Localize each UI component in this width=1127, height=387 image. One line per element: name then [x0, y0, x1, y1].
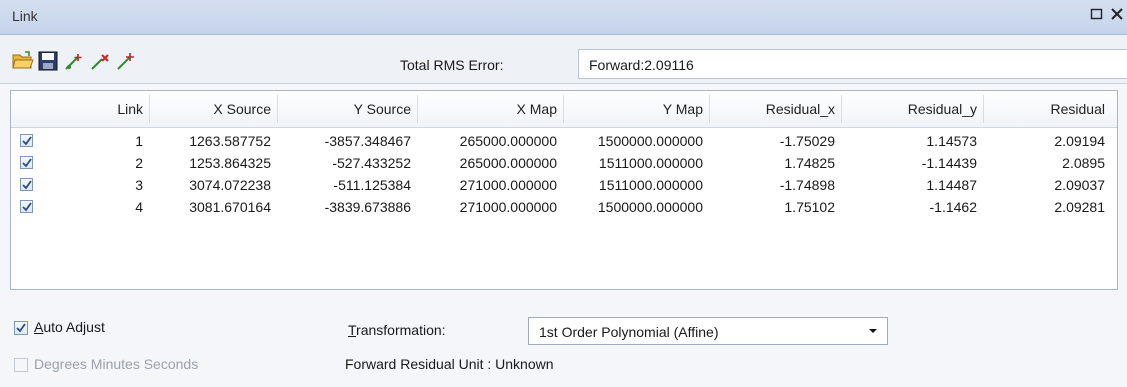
cell-residual-x: 1.75102 — [784, 199, 835, 215]
cell-residual-y: 1.14487 — [926, 177, 977, 193]
window-title: Link — [12, 8, 38, 24]
table-row[interactable]: 1 1263.587752 -3857.348467 265000.000000… — [11, 131, 1117, 153]
column-separator — [417, 95, 418, 123]
col-header-residual[interactable]: Residual — [1051, 101, 1105, 117]
auto-register-icon[interactable] — [64, 51, 86, 73]
cell-link: 3 — [135, 177, 143, 193]
open-folder-icon[interactable] — [12, 51, 34, 73]
cell-residual: 2.09037 — [1054, 177, 1105, 193]
link-window: Link Total RMS Error: Forward:2.09116 Li… — [0, 0, 1127, 387]
cell-residual: 2.0895 — [1062, 155, 1105, 171]
cell-y-map: 1500000.000000 — [597, 133, 703, 149]
transformation-value: 1st Order Polynomial (Affine) — [539, 324, 719, 340]
cell-x-map: 265000.000000 — [459, 133, 557, 149]
transformation-label-text: ransformation: — [356, 322, 446, 338]
cell-y-map: 1511000.000000 — [598, 155, 703, 171]
column-separator — [563, 95, 564, 123]
toolbar: Total RMS Error: Forward:2.09116 — [0, 35, 1127, 84]
auto-adjust-checkbox[interactable] — [14, 321, 28, 335]
chevron-down-icon[interactable] — [865, 324, 881, 338]
transformation-accesskey: T — [348, 322, 357, 338]
col-header-residual-y[interactable]: Residual_y — [908, 101, 977, 117]
link-enabled-checkbox[interactable] — [20, 178, 33, 191]
cell-x-source: 1263.587752 — [189, 133, 271, 149]
total-rms-error-label: Total RMS Error: — [400, 57, 504, 73]
transformation-select[interactable]: 1st Order Polynomial (Affine) — [528, 317, 888, 345]
column-separator — [277, 95, 278, 123]
cell-y-source: -527.433252 — [332, 155, 411, 171]
cell-link: 1 — [135, 133, 143, 149]
link-enabled-checkbox[interactable] — [20, 134, 33, 147]
cell-y-source: -3857.348467 — [324, 133, 411, 149]
auto-adjust-accesskey: A — [34, 319, 44, 335]
col-header-y-map[interactable]: Y Map — [663, 101, 703, 117]
auto-adjust-label[interactable]: Auto Adjust — [34, 319, 105, 335]
table-row[interactable]: 4 3081.670164 -3839.673886 271000.000000… — [11, 197, 1117, 219]
col-header-x-source[interactable]: X Source — [213, 101, 271, 117]
delete-link-icon[interactable] — [90, 51, 112, 73]
transformation-label: Transformation: — [348, 322, 446, 338]
cell-residual-y: 1.14573 — [926, 133, 977, 149]
cell-y-source: -511.125384 — [333, 177, 411, 193]
col-header-link[interactable]: Link — [117, 101, 143, 117]
cell-residual-y: -1.1462 — [929, 199, 977, 215]
cell-residual-x: -1.75029 — [779, 133, 835, 149]
link-enabled-checkbox[interactable] — [20, 156, 33, 169]
cell-x-map: 265000.000000 — [459, 155, 557, 171]
cell-link: 4 — [135, 199, 143, 215]
col-header-x-map[interactable]: X Map — [517, 101, 557, 117]
col-header-y-source[interactable]: Y Source — [354, 101, 411, 117]
cell-y-source: -3839.673886 — [324, 199, 411, 215]
degrees-minutes-seconds-checkbox — [14, 358, 28, 372]
rms-error-field: Forward:2.09116 — [578, 49, 1127, 79]
save-icon[interactable] — [38, 51, 60, 73]
cell-residual-x: 1.74825 — [784, 155, 835, 171]
cell-residual: 2.09281 — [1054, 199, 1105, 215]
table-row[interactable]: 3 3074.072238 -511.125384 271000.000000 … — [11, 175, 1117, 197]
col-header-residual-x[interactable]: Residual_x — [766, 101, 835, 117]
title-bar: Link — [0, 0, 1127, 35]
cell-x-map: 271000.000000 — [459, 177, 557, 193]
cell-y-map: 1511000.000000 — [598, 177, 703, 193]
cell-x-source: 3081.670164 — [189, 199, 271, 215]
forward-residual-unit: Forward Residual Unit : Unknown — [345, 356, 554, 372]
cell-residual-x: -1.74898 — [779, 177, 835, 193]
cell-x-source: 1253.864325 — [189, 155, 271, 171]
auto-adjust-label-text: uto Adjust — [43, 319, 105, 335]
column-separator — [149, 95, 150, 123]
column-separator — [709, 95, 710, 123]
table-row[interactable]: 2 1253.864325 -527.433252 265000.000000 … — [11, 153, 1117, 175]
options-panel: Auto Adjust Degrees Minutes Seconds Tran… — [0, 295, 1127, 387]
cell-residual: 2.09194 — [1054, 133, 1105, 149]
cell-x-map: 271000.000000 — [459, 199, 557, 215]
cell-link: 2 — [135, 155, 143, 171]
close-icon[interactable] — [1108, 7, 1126, 25]
cell-residual-y: -1.14439 — [921, 155, 977, 171]
restore-icon[interactable] — [1088, 7, 1106, 25]
cell-x-source: 3074.072238 — [189, 177, 271, 193]
rms-error-value: Forward:2.09116 — [589, 57, 694, 73]
link-enabled-checkbox[interactable] — [20, 200, 33, 213]
table-header: Link X Source Y Source X Map Y Map Resid… — [11, 91, 1117, 128]
link-table: Link X Source Y Source X Map Y Map Resid… — [10, 90, 1118, 290]
cell-y-map: 1500000.000000 — [597, 199, 703, 215]
add-link-icon[interactable] — [116, 51, 138, 73]
column-separator — [841, 95, 842, 123]
degrees-minutes-seconds-label: Degrees Minutes Seconds — [34, 356, 199, 372]
column-separator — [983, 95, 984, 123]
